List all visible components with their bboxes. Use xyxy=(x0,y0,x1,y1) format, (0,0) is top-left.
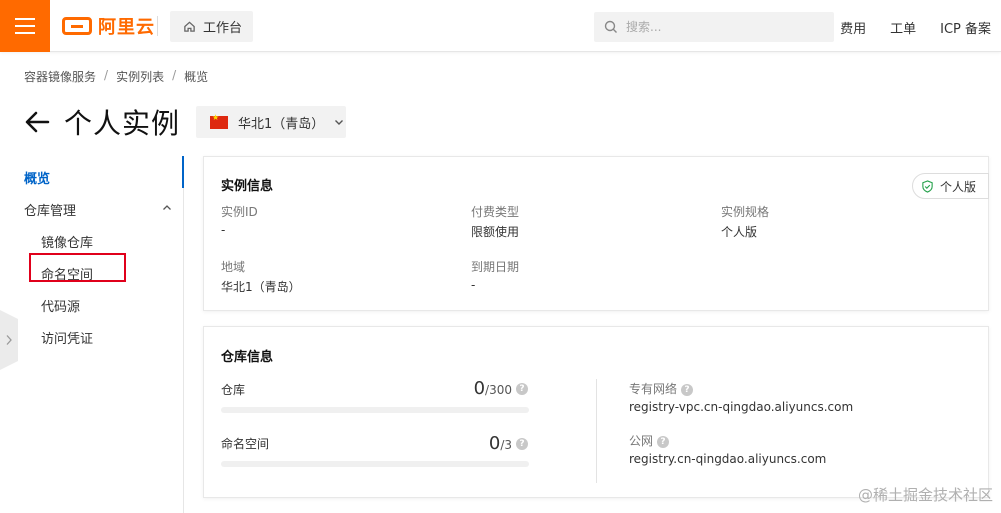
vpc-endpoint: registry-vpc.cn-qingdao.aliyuncs.com xyxy=(629,400,854,414)
sidebar: 概览 仓库管理 镜像仓库 命名空间 代码源 访问凭证 xyxy=(0,156,184,513)
sidebar-item-code-source[interactable]: 代码源 xyxy=(41,296,80,315)
home-icon xyxy=(184,21,195,32)
breadcrumb-item-current: 概览 xyxy=(184,70,209,84)
instance-info-card: 实例信息 个人版 实例ID - 付费类型 限额使用 实例规格 个人版 地域 华北… xyxy=(203,156,989,311)
public-label: 公网? xyxy=(629,432,670,449)
shield-check-icon xyxy=(922,179,933,193)
quota-total: /3 xyxy=(500,438,512,452)
field-value-expiry-date: - xyxy=(471,278,476,292)
icp-link[interactable]: ICP 备案 xyxy=(940,18,991,37)
region-label: 华北1（青岛） xyxy=(238,116,325,132)
card-title: 实例信息 xyxy=(221,179,274,194)
breadcrumb-item[interactable]: 容器镜像服务 xyxy=(24,68,96,85)
quota-label-namespace: 命名空间 xyxy=(221,437,270,451)
quota-used: 0 xyxy=(473,378,486,399)
sidebar-item-overview[interactable]: 概览 xyxy=(24,168,50,187)
top-links: 费用 工单 ICP 备案 xyxy=(840,18,991,37)
field-value-region: 华北1（青岛） xyxy=(221,280,301,294)
field-label-billing-type: 付费类型 xyxy=(471,205,520,219)
breadcrumb-item[interactable]: 实例列表 xyxy=(116,68,164,85)
edition-badge-label: 个人版 xyxy=(939,179,976,194)
breadcrumb-separator: / xyxy=(104,68,109,82)
quota-bar-repo xyxy=(221,407,529,413)
breadcrumb: 容器镜像服务 / 实例列表 / 概览 xyxy=(24,68,208,85)
workbench-button[interactable]: 工作台 xyxy=(170,11,253,42)
vpc-label: 专有网络? xyxy=(629,380,694,397)
workbench-label: 工作台 xyxy=(203,21,243,36)
card-title: 仓库信息 xyxy=(221,350,274,365)
help-icon[interactable]: ? xyxy=(516,438,528,450)
search-input[interactable] xyxy=(626,20,816,34)
logo-text: 阿里云 xyxy=(98,17,155,38)
sidebar-item-image-repo[interactable]: 镜像仓库 xyxy=(41,232,93,251)
watermark: @稀土掘金技术社区 xyxy=(857,486,993,504)
search-box[interactable] xyxy=(594,12,834,42)
vertical-divider xyxy=(596,379,597,483)
quota-value-repo: 0/300? xyxy=(474,378,528,399)
sidebar-group-repo-management[interactable]: 仓库管理 xyxy=(24,200,76,219)
vpc-label-text: 专有网络 xyxy=(629,382,678,396)
sidebar-item-access-credential[interactable]: 访问凭证 xyxy=(41,328,93,347)
region-selector[interactable]: 华北1（青岛） xyxy=(196,106,347,138)
quota-used: 0 xyxy=(488,433,501,454)
chevron-up-icon[interactable] xyxy=(162,203,172,213)
ticket-link[interactable]: 工单 xyxy=(890,18,916,37)
top-bar: 阿里云 工作台 费用 工单 ICP 备案 xyxy=(0,0,1001,52)
public-endpoint: registry.cn-qingdao.aliyuncs.com xyxy=(629,452,827,466)
field-label-instance-id: 实例ID xyxy=(221,205,258,219)
logo-mark-icon xyxy=(62,17,92,35)
chevron-right-icon xyxy=(6,335,12,345)
quota-label-repo: 仓库 xyxy=(221,383,246,397)
field-value-instance-spec: 个人版 xyxy=(721,225,758,239)
help-icon[interactable]: ? xyxy=(516,383,528,395)
field-value-instance-id: - xyxy=(221,223,226,237)
search-icon xyxy=(604,20,617,33)
menu-icon[interactable] xyxy=(0,0,50,52)
page-title: 个人实例 xyxy=(64,107,181,140)
active-indicator xyxy=(182,156,184,188)
public-label-text: 公网 xyxy=(629,434,654,448)
title-row: 个人实例 华北1（青岛） xyxy=(24,102,347,142)
namespace-highlight-box xyxy=(29,253,126,282)
quota-value-namespace: 0/3? xyxy=(489,433,528,454)
quota-total: /300 xyxy=(485,383,512,397)
field-value-billing-type: 限额使用 xyxy=(471,225,520,239)
help-icon[interactable]: ? xyxy=(681,383,694,396)
field-label-region: 地域 xyxy=(221,260,246,274)
quota-bar-namespace xyxy=(221,461,529,467)
field-label-expiry-date: 到期日期 xyxy=(471,260,520,274)
repo-info-card: 仓库信息 仓库 0/300? 命名空间 0/3? 专有网络? registry-… xyxy=(203,326,989,498)
billing-link[interactable]: 费用 xyxy=(840,18,866,37)
chevron-down-icon xyxy=(335,120,344,125)
sidebar-collapse-tab[interactable] xyxy=(0,310,18,370)
logo-divider xyxy=(157,16,158,36)
help-icon[interactable]: ? xyxy=(657,435,670,448)
breadcrumb-separator: / xyxy=(172,68,177,82)
back-arrow-icon[interactable] xyxy=(24,109,50,135)
china-flag-icon xyxy=(210,113,229,129)
field-label-instance-spec: 实例规格 xyxy=(721,205,770,219)
aliyun-logo[interactable]: 阿里云 xyxy=(62,14,155,38)
edition-badge: 个人版 xyxy=(911,173,989,199)
